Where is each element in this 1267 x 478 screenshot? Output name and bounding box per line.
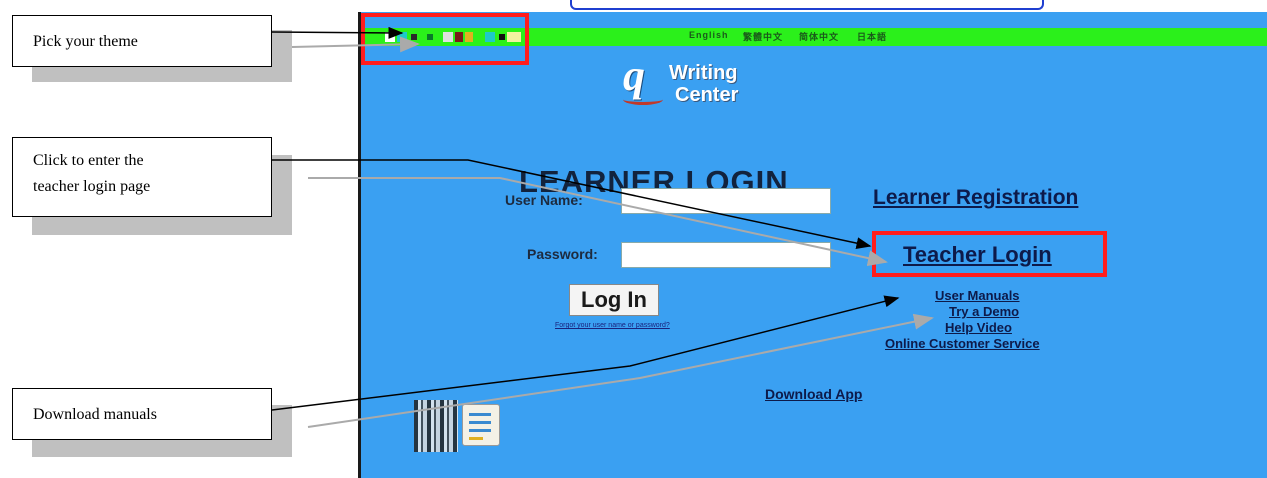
arrow-shadow — [308, 177, 888, 266]
arrow-pointer — [271, 295, 900, 411]
arrow-shadow — [307, 313, 934, 428]
callout-arrows — [271, 26, 934, 428]
arrow-pointer — [271, 26, 404, 39]
arrow-shadow — [291, 36, 420, 53]
arrow-pointer — [272, 159, 872, 250]
